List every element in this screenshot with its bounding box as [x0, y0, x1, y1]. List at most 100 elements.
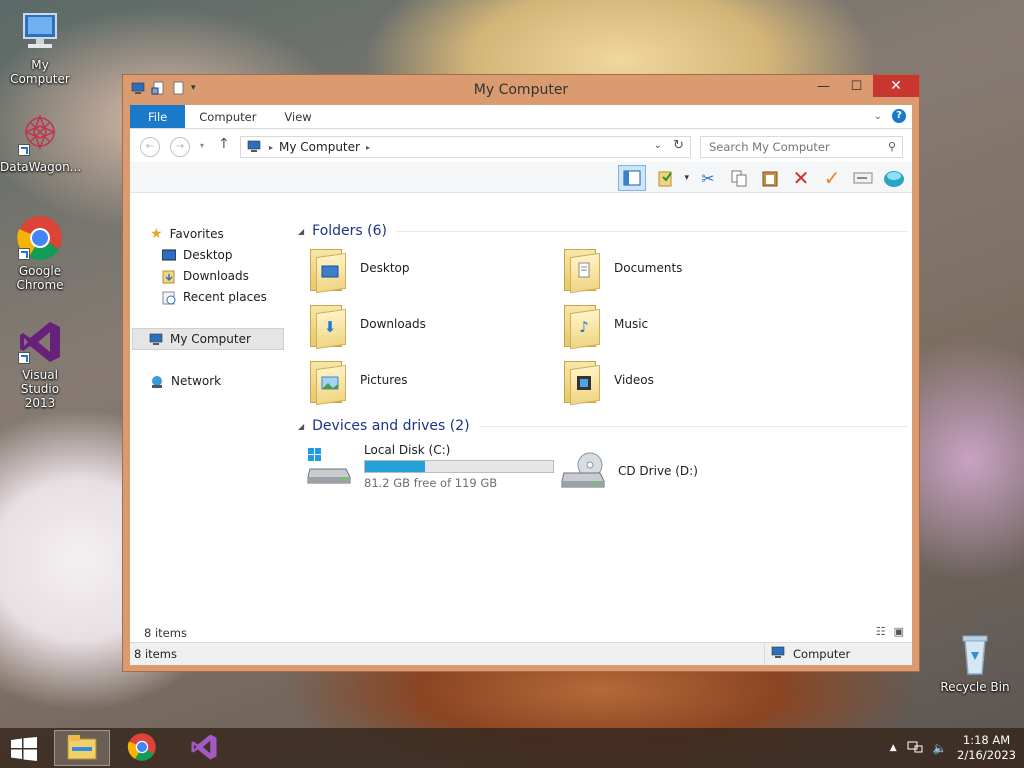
search-box[interactable]: ⚲: [700, 136, 903, 158]
title-bar[interactable]: ▾ My Computer — ☐ ✕: [123, 75, 919, 105]
desktop-icon-datawagon[interactable]: DataWagon...: [0, 110, 82, 174]
large-icons-view-icon[interactable]: ▣: [894, 625, 904, 638]
nav-my-computer[interactable]: My Computer: [132, 328, 284, 350]
back-button[interactable]: ←: [140, 137, 160, 157]
taskbar-visual-studio[interactable]: [176, 730, 232, 766]
address-bar[interactable]: ▸ My Computer ▸ ⌄ ↻: [240, 136, 691, 158]
properties-button[interactable]: [653, 166, 677, 190]
drive-cd-d[interactable]: CD Drive (D:): [560, 451, 698, 491]
breadcrumb: ▸ My Computer ▸: [247, 140, 370, 155]
explorer-window: ▾ My Computer — ☐ ✕ File Computer View ⌄…: [122, 74, 920, 672]
network-icon: [150, 375, 164, 388]
desktop-icon-label: Recycle Bin: [940, 680, 1010, 694]
taskbar-file-explorer[interactable]: [54, 730, 110, 766]
start-button[interactable]: [10, 737, 38, 761]
nav-label: My Computer: [170, 332, 251, 346]
breadcrumb-chevron-icon[interactable]: ▸: [269, 143, 273, 152]
network-tray-icon[interactable]: [907, 740, 923, 757]
delete-icon[interactable]: ✕: [789, 166, 813, 190]
drive-info: Local Disk (C:) 81.2 GB free of 119 GB: [364, 443, 554, 490]
minimize-button[interactable]: —: [807, 75, 840, 97]
desktop-icon-google-chrome[interactable]: Google Chrome: [0, 214, 80, 292]
address-dropdown-icon[interactable]: ⌄: [654, 140, 662, 151]
folder-name: Music: [614, 317, 649, 331]
shortcut-arrow-icon: [18, 144, 30, 156]
folder-videos[interactable]: Videos: [562, 357, 654, 406]
clock[interactable]: 1:18 AM 2/16/2023: [957, 733, 1016, 763]
search-input[interactable]: [707, 137, 881, 157]
status-items: 8 items: [134, 647, 177, 661]
taskbar-chrome[interactable]: [114, 730, 170, 766]
drive-usage-bar: [364, 460, 554, 473]
computer-small-icon: [771, 646, 787, 663]
clock-time: 1:18 AM: [962, 733, 1011, 747]
desktop-icon: [161, 249, 177, 261]
rename-check-icon[interactable]: ✓: [820, 166, 844, 190]
help-icon[interactable]: ?: [892, 109, 906, 123]
breadcrumb-my-computer[interactable]: My Computer: [279, 140, 360, 154]
desktop-icon-label: Visual Studio 2013: [20, 368, 60, 410]
volume-icon[interactable]: 🔈: [933, 741, 947, 755]
folder-downloads[interactable]: ⬇ Downloads: [308, 301, 426, 350]
expand-ribbon-icon[interactable]: ⌄: [874, 111, 882, 122]
properties-dropdown-icon[interactable]: ▾: [684, 173, 689, 183]
collapse-triangle-icon[interactable]: ◢: [298, 227, 304, 236]
nav-favorites[interactable]: ★ Favorites: [150, 224, 224, 244]
computer-small-icon: [149, 333, 163, 345]
copy-icon[interactable]: [727, 166, 751, 190]
nav-recent-places[interactable]: Recent places: [162, 287, 267, 307]
maximize-button[interactable]: ☐: [840, 75, 873, 97]
folder-name: Pictures: [360, 373, 408, 387]
collapse-triangle-icon[interactable]: ◢: [298, 422, 304, 431]
preview-pane-button[interactable]: [618, 165, 647, 191]
tab-file[interactable]: File: [130, 105, 186, 128]
datawagon-logo-icon: [16, 110, 64, 158]
desktop-icon-my-computer[interactable]: My Computer: [0, 8, 80, 86]
cut-icon[interactable]: ✂: [696, 166, 720, 190]
drive-local-disk-c[interactable]: Local Disk (C:) 81.2 GB free of 119 GB: [306, 443, 554, 490]
nav-downloads[interactable]: Downloads: [162, 266, 249, 286]
videos-folder-icon: [562, 357, 602, 406]
breadcrumb-chevron-icon[interactable]: ▸: [366, 143, 370, 152]
nav-network[interactable]: Network: [150, 371, 221, 391]
nav-label: Downloads: [183, 269, 249, 283]
tab-view[interactable]: View: [270, 105, 325, 128]
recent-locations-dropdown[interactable]: ▾: [200, 141, 204, 150]
refresh-icon[interactable]: ↻: [673, 138, 684, 153]
shortcut-arrow-icon: [18, 248, 30, 260]
tab-computer[interactable]: Computer: [185, 105, 270, 128]
desktop-icon-recycle-bin[interactable]: Recycle Bin: [935, 630, 1015, 694]
star-icon: ★: [150, 226, 163, 242]
view-buttons: ☷ ▣: [876, 625, 904, 638]
drive-usage-fill: [365, 461, 426, 472]
desktop-icon-label: My Computer: [10, 58, 70, 86]
nav-label: Desktop: [183, 248, 233, 262]
details-view-icon[interactable]: ☷: [876, 625, 886, 638]
recycle-bin-icon: [951, 630, 999, 678]
show-hidden-icons-icon[interactable]: ▲: [890, 743, 897, 753]
nav-label: Favorites: [169, 227, 224, 241]
group-divider: [397, 230, 908, 232]
computer-icon: [16, 8, 64, 56]
search-icon[interactable]: ⚲: [888, 140, 896, 153]
close-button[interactable]: ✕: [873, 75, 919, 97]
folder-music[interactable]: ♪ Music: [562, 301, 649, 350]
nav-label: Network: [171, 374, 222, 388]
folder-documents[interactable]: Documents: [562, 245, 682, 294]
group-title: Folders (6): [312, 223, 387, 239]
folder-pictures[interactable]: Pictures: [308, 357, 408, 406]
up-button[interactable]: ↑: [218, 136, 230, 152]
window-client: File Computer View ⌄ ? ← → ▾ ↑ ▸ My Comp…: [130, 105, 912, 665]
open-control-panel-icon[interactable]: [882, 166, 906, 190]
map-drive-icon[interactable]: [851, 166, 875, 190]
group-header-devices[interactable]: ◢ Devices and drives (2): [298, 418, 908, 434]
forward-button[interactable]: →: [170, 137, 190, 157]
nav-desktop[interactable]: Desktop: [161, 245, 233, 265]
paste-icon[interactable]: [758, 166, 782, 190]
desktop-icon-label: DataWagon...: [0, 160, 82, 174]
group-header-folders[interactable]: ◢ Folders (6): [298, 223, 908, 239]
drive-free-space: 81.2 GB free of 119 GB: [364, 476, 498, 490]
folder-desktop[interactable]: Desktop: [308, 245, 410, 294]
desktop-icon-visual-studio[interactable]: Visual Studio 2013: [0, 318, 80, 410]
drive-name: CD Drive (D:): [618, 464, 698, 478]
